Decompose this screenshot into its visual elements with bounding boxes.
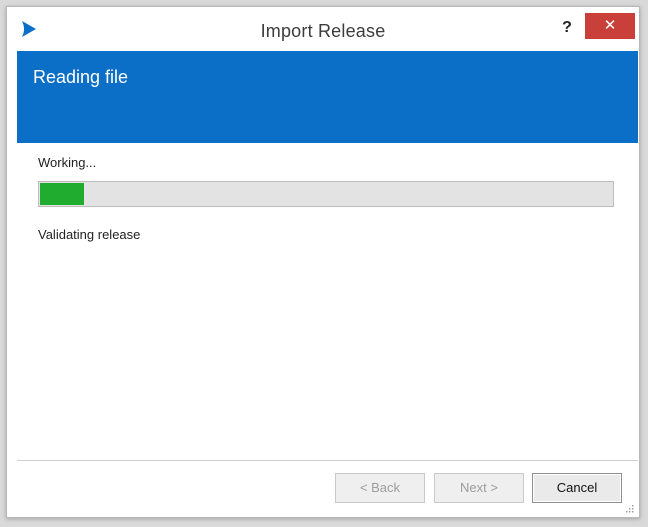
status-text: Validating release <box>38 227 141 242</box>
window-title: Import Release <box>260 21 386 41</box>
import-release-dialog: Import Release ? ✕ Reading file Working.… <box>6 6 640 518</box>
help-button[interactable]: ? <box>555 17 579 39</box>
header-banner: Reading file <box>17 51 638 143</box>
banner-title: Reading file <box>33 67 129 87</box>
working-label: Working... <box>38 155 97 170</box>
title-bar[interactable]: Import Release ? ✕ <box>7 7 639 51</box>
cancel-button[interactable]: Cancel <box>532 473 622 503</box>
footer-bar: < Back Next > Cancel <box>17 461 638 517</box>
progress-bar <box>38 181 614 207</box>
progress-fill <box>40 183 85 205</box>
content-area: Working... Validating release <box>17 143 638 459</box>
resize-grip-icon[interactable] <box>624 503 634 513</box>
close-button[interactable]: ✕ <box>585 13 635 39</box>
next-button[interactable]: Next > <box>434 473 524 503</box>
back-button[interactable]: < Back <box>335 473 425 503</box>
